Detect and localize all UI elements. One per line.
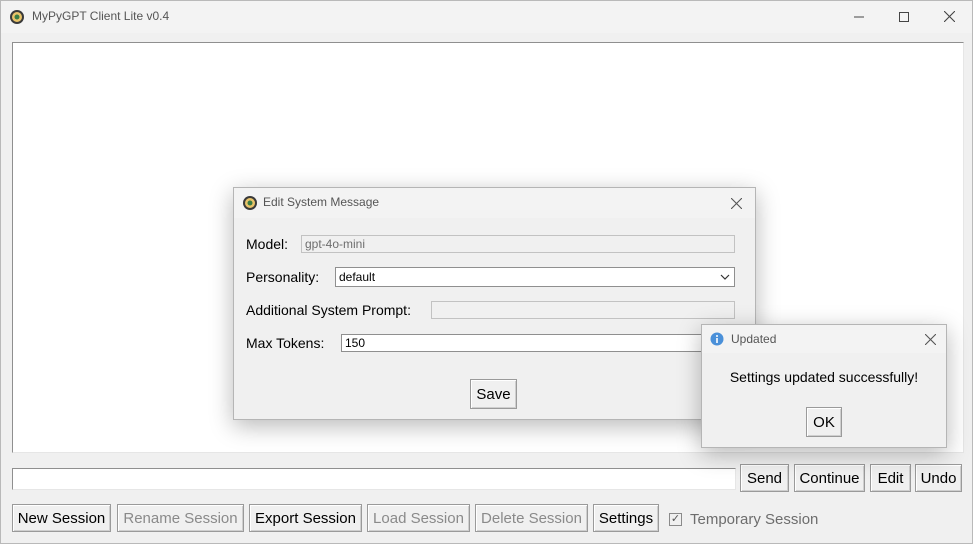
dialog-title: Edit System Message — [263, 195, 380, 209]
model-label: Model: — [246, 236, 289, 252]
close-icon — [730, 197, 742, 209]
max-tokens-label: Max Tokens: — [246, 335, 325, 351]
window-title: MyPyGPT Client Lite v0.4 — [32, 9, 170, 23]
additional-prompt-field[interactable] — [431, 301, 735, 319]
minimize-button[interactable] — [836, 1, 882, 32]
close-button[interactable] — [926, 1, 972, 32]
info-icon — [710, 332, 724, 346]
updated-messagebox: Updated Settings updated successfully! O… — [701, 324, 947, 448]
checkbox-icon[interactable]: ✓ — [669, 512, 682, 526]
maximize-button[interactable] — [881, 1, 927, 32]
settings-button[interactable]: Settings — [593, 504, 659, 532]
max-tokens-field[interactable]: 150 — [341, 334, 735, 352]
additional-prompt-label: Additional System Prompt: — [246, 302, 411, 318]
messagebox-text: Settings updated successfully! — [729, 369, 919, 385]
close-icon — [943, 11, 955, 22]
send-button[interactable]: Send — [740, 464, 789, 492]
rename-session-button[interactable]: Rename Session — [117, 504, 244, 532]
personality-value: default — [339, 270, 376, 284]
new-session-button[interactable]: New Session — [12, 504, 111, 532]
ok-button[interactable]: OK — [806, 407, 842, 437]
dialog-close-button[interactable] — [723, 190, 749, 216]
messagebox-close-button[interactable] — [918, 327, 942, 351]
dialog-title-bar: Edit System Message — [234, 188, 755, 218]
close-icon — [924, 333, 936, 345]
model-field: gpt-4o-mini — [301, 235, 735, 253]
messagebox-title-bar: Updated — [702, 325, 946, 353]
chevron-down-icon[interactable] — [718, 268, 732, 286]
message-input[interactable] — [12, 468, 736, 490]
personality-label: Personality: — [246, 269, 320, 285]
minimize-icon — [854, 16, 864, 17]
edit-system-message-dialog: Edit System Message Model: gpt-4o-mini P… — [233, 187, 756, 420]
load-session-button[interactable]: Load Session — [367, 504, 470, 532]
save-button[interactable]: Save — [470, 379, 517, 409]
personality-select[interactable]: default — [335, 267, 735, 287]
messagebox-title: Updated — [731, 332, 777, 346]
delete-session-button[interactable]: Delete Session — [475, 504, 588, 532]
export-session-button[interactable]: Export Session — [249, 504, 362, 532]
app-icon — [243, 196, 257, 210]
app-icon — [10, 10, 24, 24]
maximize-icon — [899, 11, 909, 22]
edit-button[interactable]: Edit — [870, 464, 911, 492]
temporary-session-checkbox[interactable]: ✓ Temporary Session — [669, 508, 818, 530]
title-bar: MyPyGPT Client Lite v0.4 — [1, 1, 972, 33]
continue-button[interactable]: Continue — [794, 464, 865, 492]
undo-button[interactable]: Undo — [915, 464, 962, 492]
temporary-session-label: Temporary Session — [690, 510, 819, 528]
